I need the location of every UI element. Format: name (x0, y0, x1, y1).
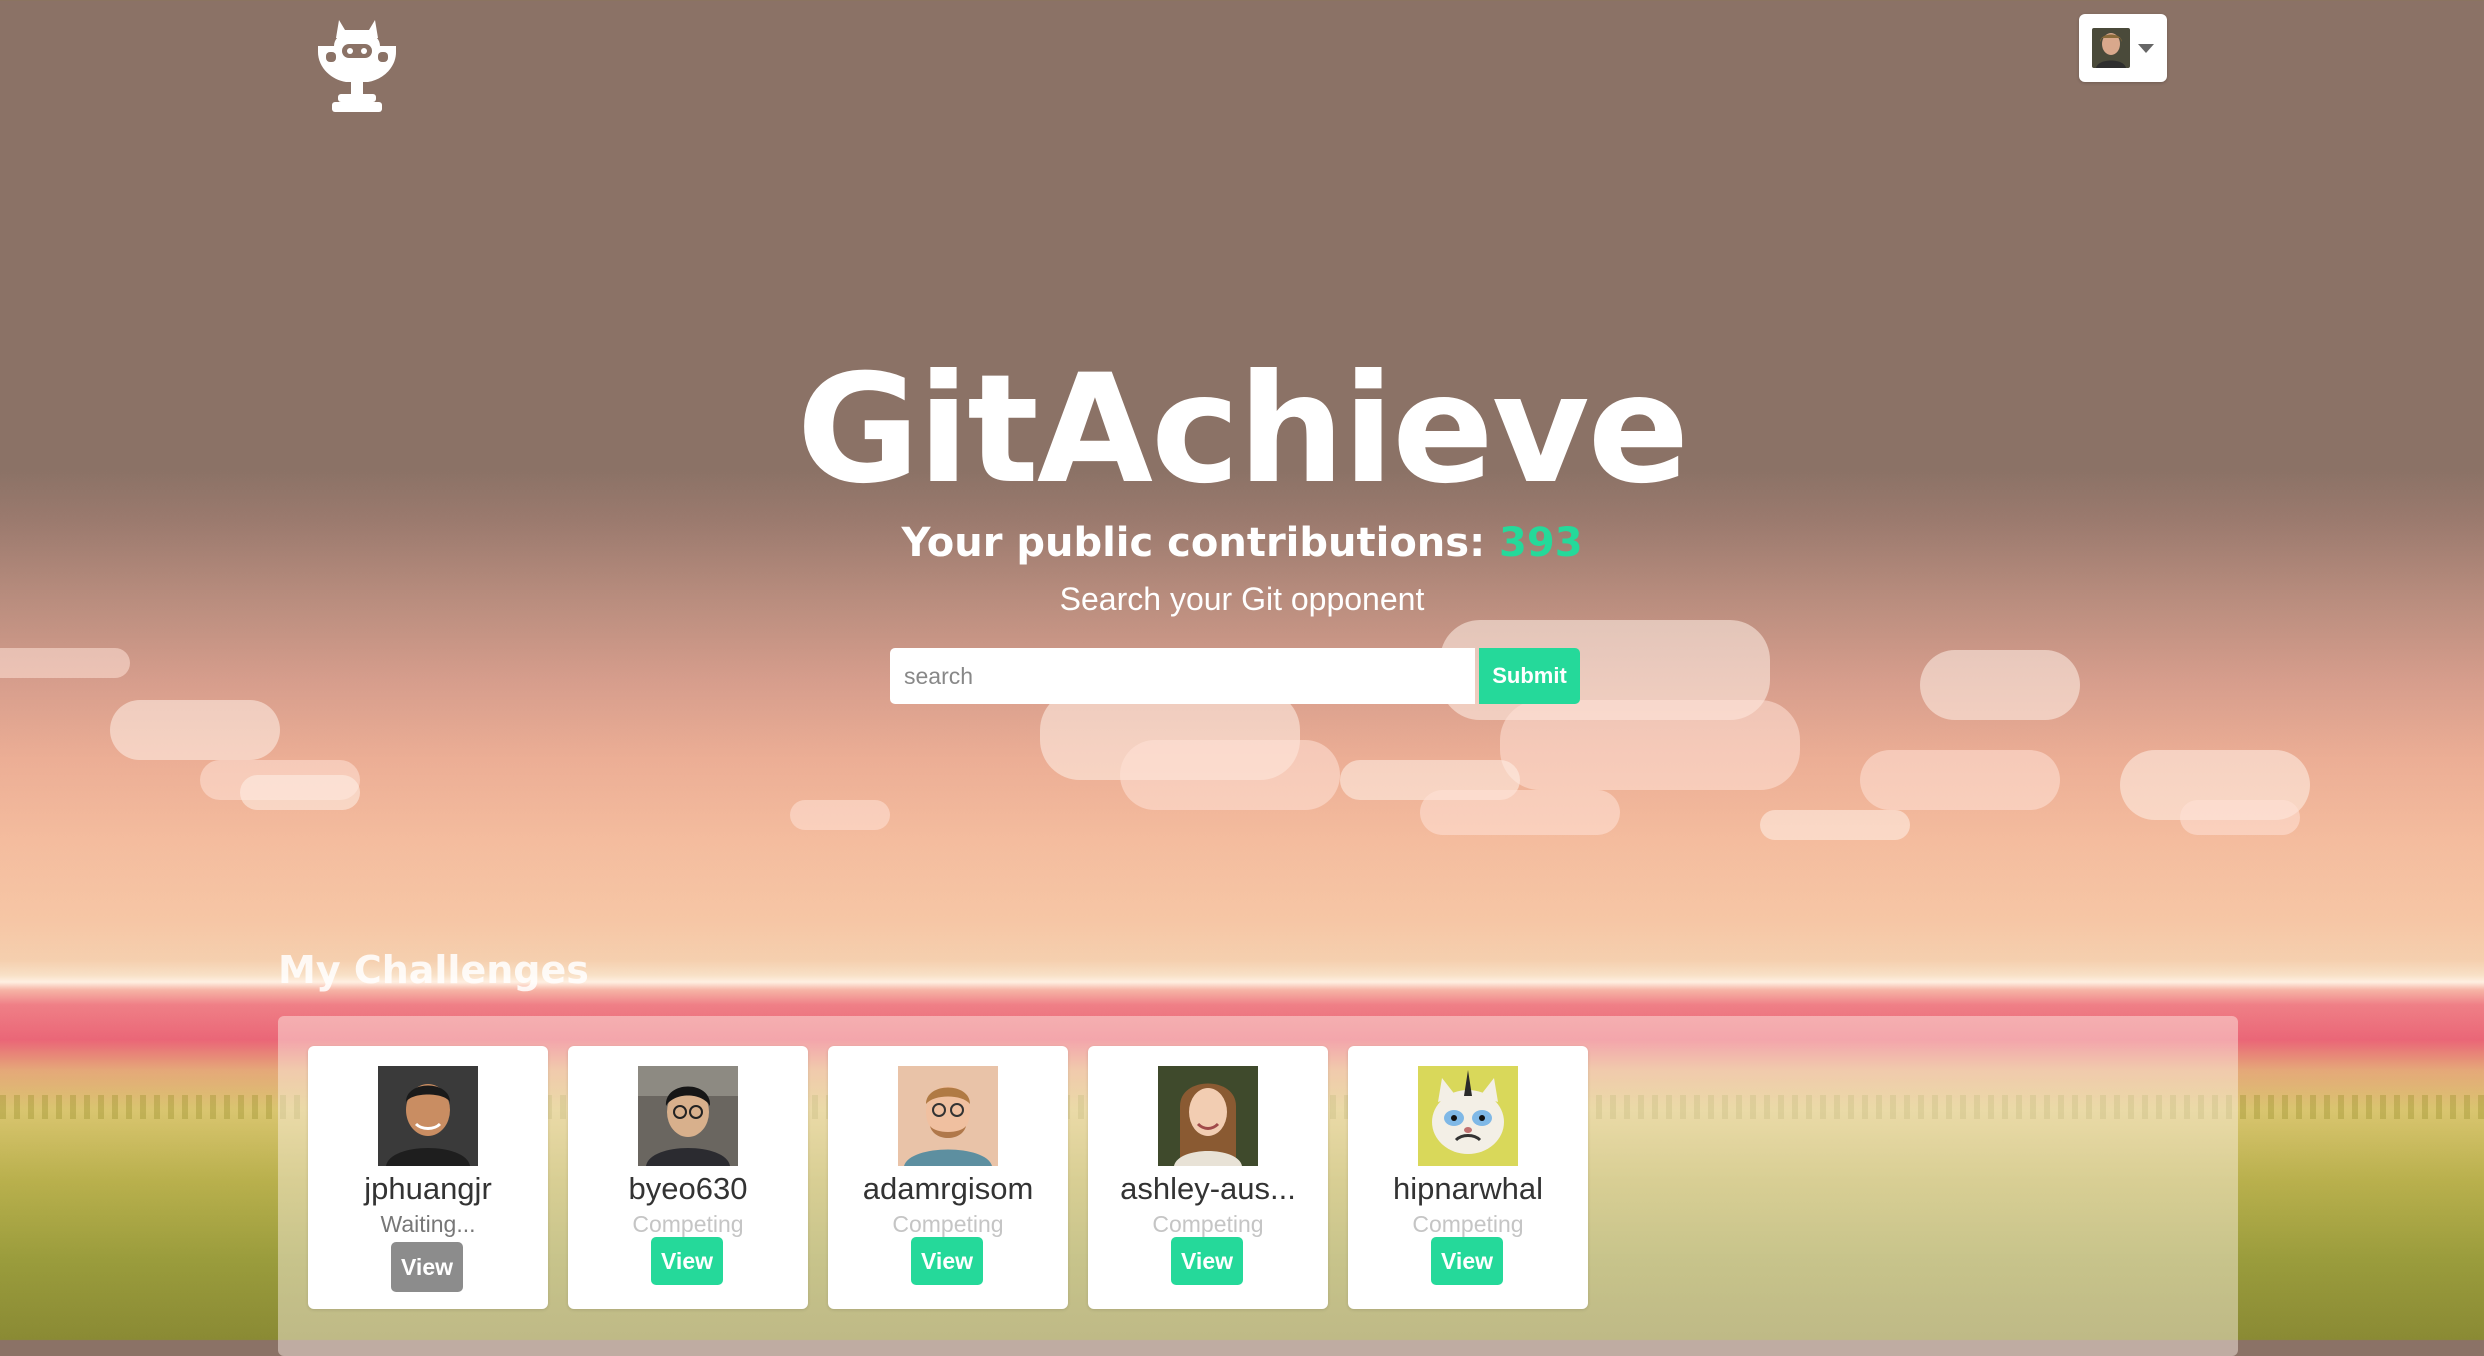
view-challenge-button[interactable]: View (911, 1237, 983, 1285)
challenge-status: Competing (1152, 1211, 1264, 1237)
avatar (898, 1066, 998, 1166)
avatar (638, 1066, 738, 1166)
challenge-status: Competing (892, 1211, 1004, 1237)
challenge-card: adamrgisom Competing View (828, 1046, 1068, 1309)
challenge-username: jphuangjr (364, 1171, 492, 1206)
challenge-card: ashley-aus... Competing View (1088, 1046, 1328, 1309)
search-subtitle: Search your Git opponent (1059, 581, 1425, 617)
challenge-username: hipnarwhal (1393, 1171, 1543, 1206)
avatar (2092, 28, 2130, 68)
view-challenge-button[interactable]: View (651, 1237, 723, 1285)
section-title: My Challenges (278, 948, 589, 992)
contributions-count: 393 (1499, 520, 1583, 566)
view-challenge-button[interactable]: View (1171, 1237, 1243, 1285)
contributions-label: Your public contributions: (901, 520, 1486, 566)
challenge-username: adamrgisom (862, 1171, 1034, 1206)
avatar (1418, 1066, 1518, 1166)
search-form: Submit (890, 648, 1580, 704)
avatar (378, 1066, 478, 1166)
submit-button[interactable]: Submit (1479, 648, 1580, 704)
challenge-card: jphuangjr Waiting... View (308, 1046, 548, 1309)
avatar (1158, 1066, 1258, 1166)
challenge-status: Competing (1412, 1211, 1524, 1237)
challenge-card: byeo630 Competing View (568, 1046, 808, 1309)
challenges-panel: jphuangjr Waiting... View byeo630 Compet… (278, 1016, 2238, 1356)
challenge-status: Competing (632, 1211, 744, 1237)
contributions-summary: Your public contributions: 393 (0, 515, 2484, 571)
challenge-username: byeo630 (628, 1171, 748, 1206)
view-challenge-button[interactable]: View (1431, 1237, 1503, 1285)
challenge-status: Waiting... (380, 1211, 476, 1237)
page-title: GitAchieve (796, 343, 1690, 517)
challenge-card: hipnarwhal Competing View (1348, 1046, 1588, 1309)
octocat-trophy-icon[interactable] (312, 16, 402, 116)
user-menu-button[interactable] (2079, 14, 2167, 82)
caret-down-icon (2138, 43, 2154, 53)
challenge-username: ashley-aus... (1120, 1171, 1296, 1206)
search-input[interactable] (890, 648, 1475, 704)
view-challenge-button[interactable]: View (391, 1242, 463, 1292)
